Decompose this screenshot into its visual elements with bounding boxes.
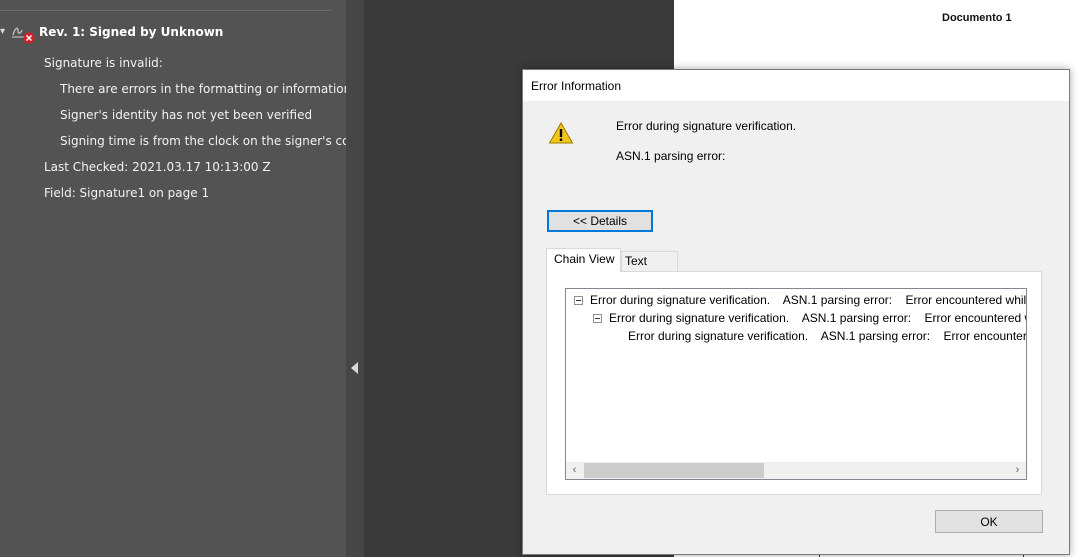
collapse-arrow-icon[interactable] (351, 362, 358, 374)
panel-collapse-strip[interactable] (346, 0, 364, 557)
document-title: Documento 1 (942, 12, 1012, 24)
warning-icon (548, 121, 574, 145)
signature-detail-signing-time: Signing time is from the clock on the si… (60, 134, 346, 148)
signature-field: Field: Signature1 on page 1 (44, 186, 210, 200)
scrollbar-thumb[interactable] (584, 463, 764, 478)
error-message: Error during signature verification. (616, 119, 797, 133)
panel-divider (0, 10, 332, 11)
error-information-dialog: Error Information Error during signature… (522, 69, 1070, 555)
tree-row[interactable]: Error during signature verification. ASN… (574, 293, 1027, 307)
tree-row-text: Error during signature verification. ASN… (590, 293, 1027, 307)
tab-chain-view[interactable]: Chain View (546, 248, 621, 272)
signature-detail-format-error: There are errors in the formatting or in… (60, 82, 346, 96)
scroll-left-icon[interactable]: ‹ (566, 463, 583, 478)
tab-text-view[interactable]: Text View (621, 251, 678, 286)
tree-row-text: Error during signature verification. ASN… (628, 329, 1027, 343)
ok-button[interactable]: OK (935, 510, 1043, 533)
error-chain-tree[interactable]: Error during signature verification. ASN… (565, 288, 1027, 480)
expand-caret-icon[interactable]: ▾ (0, 27, 8, 37)
tree-row[interactable]: Error during signature verification. ASN… (593, 311, 1026, 325)
horizontal-scrollbar[interactable]: ‹ › (566, 462, 1026, 479)
signature-detail-identity: Signer's identity has not yet been verif… (60, 108, 313, 122)
signature-panel: ▾ Rev. 1: Signed by Unknown Signature is… (0, 0, 346, 557)
signature-status: Signature is invalid: (44, 56, 163, 70)
collapse-node-icon[interactable] (593, 313, 602, 323)
details-button[interactable]: << Details (547, 210, 653, 232)
invalid-signature-icon (10, 20, 36, 44)
revision-row[interactable]: ▾ Rev. 1: Signed by Unknown (0, 20, 223, 44)
tree-row[interactable]: Error during signature verification. ASN… (628, 329, 1027, 343)
dialog-title: Error Information (531, 79, 622, 93)
error-detail: ASN.1 parsing error: (616, 149, 726, 163)
dialog-titlebar[interactable]: Error Information (523, 70, 1069, 101)
chain-view-panel: Error during signature verification. ASN… (546, 271, 1042, 495)
last-checked: Last Checked: 2021.03.17 10:13:00 Z (44, 160, 271, 174)
revision-title: Rev. 1: Signed by Unknown (39, 25, 224, 39)
scroll-right-icon[interactable]: › (1009, 463, 1026, 478)
collapse-node-icon[interactable] (574, 295, 583, 305)
tree-row-text: Error during signature verification. ASN… (609, 311, 1026, 325)
